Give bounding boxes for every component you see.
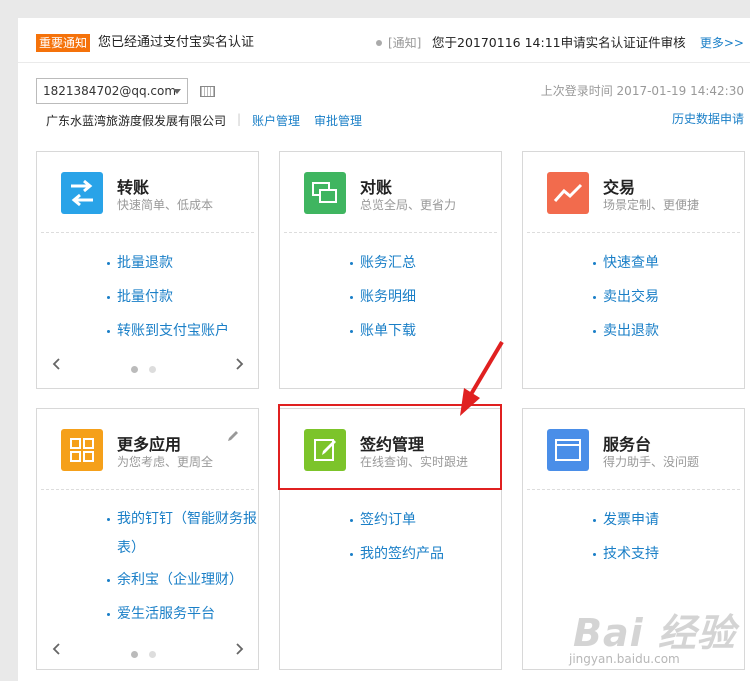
window-icon[interactable] — [547, 429, 589, 471]
grid-icon[interactable] — [61, 429, 103, 471]
tile-links: 账务汇总 账务明细 账单下载 — [350, 246, 500, 348]
tile-links: 批量退款 批量付款 转账到支付宝账户 — [107, 246, 257, 348]
link-account-detail[interactable]: 账务明细 — [350, 280, 500, 314]
separator: | — [237, 112, 242, 126]
account-select-value: 1821384702@qq.com — [43, 84, 177, 98]
notice-tag: 重要通知 — [36, 34, 91, 52]
divider — [18, 62, 750, 63]
pager-dot[interactable] — [149, 366, 156, 373]
chevron-left-icon[interactable] — [51, 643, 63, 655]
link-sell-refund[interactable]: 卖出退款 — [593, 314, 743, 348]
divider — [527, 489, 740, 490]
company-name: 广东水蓝湾旅游度假发展有限公司 — [46, 114, 227, 128]
tile-links: 我的钉钉（智能财务报表） 余利宝（企业理财） 爱生活服务平台 — [107, 505, 257, 631]
last-login-time: 上次登录时间 2017-01-19 14:42:30 — [540, 84, 744, 98]
baidu-jingyan-watermark: Bai 经验 jingyan.baidu.com — [563, 600, 748, 678]
tile-subtitle: 总览全局、更省力 — [360, 198, 457, 212]
history-data-link[interactable]: 历史数据申请 — [672, 110, 744, 127]
tile-links: 签约订单 我的签约产品 — [350, 503, 500, 571]
account-management-link[interactable]: 账户管理 — [252, 112, 300, 129]
link-transfer-alipay[interactable]: 转账到支付宝账户 — [107, 314, 257, 348]
notice-bar: 重要通知 您已经通过支付宝实名认证 [通知] 您于20170116 14:11申… — [18, 30, 750, 56]
tile-subtitle: 快速简单、低成本 — [117, 198, 214, 212]
divider — [527, 232, 740, 233]
link-batch-pay[interactable]: 批量付款 — [107, 280, 257, 314]
watermark-logo: Bai 经验 — [573, 611, 736, 655]
more-link[interactable]: 更多>> — [700, 34, 744, 52]
reconcile-icon[interactable] — [304, 172, 346, 214]
notice-message[interactable]: 您于20170116 14:11申请实名认证证件审核 — [432, 34, 686, 52]
pager-dot[interactable] — [131, 366, 138, 373]
link-contract-orders[interactable]: 签约订单 — [350, 503, 500, 537]
link-batch-refund[interactable]: 批量退款 — [107, 246, 257, 280]
link-sell-trade[interactable]: 卖出交易 — [593, 280, 743, 314]
watermark-url: jingyan.baidu.com — [569, 652, 680, 666]
tile-title[interactable]: 交易 — [603, 174, 635, 198]
pager-dots — [131, 647, 167, 662]
tile-title[interactable]: 对账 — [360, 174, 392, 198]
divider — [41, 489, 254, 490]
tile-transfer: 转账 快速简单、低成本 批量退款 批量付款 转账到支付宝账户 — [36, 151, 259, 389]
divider — [284, 232, 497, 233]
link-life-service[interactable]: 爱生活服务平台 — [107, 597, 257, 631]
notice-text[interactable]: 您已经通过支付宝实名认证 — [98, 34, 254, 52]
tile-trade: 交易 场景定制、更便捷 快速查单 卖出交易 卖出退款 — [522, 151, 745, 389]
link-my-contract-products[interactable]: 我的签约产品 — [350, 537, 500, 571]
trend-icon[interactable] — [547, 172, 589, 214]
chevron-right-icon[interactable] — [233, 358, 245, 370]
link-tech-support[interactable]: 技术支持 — [593, 537, 743, 571]
pager-dots — [131, 362, 167, 377]
account-select[interactable]: 1821384702@qq.com — [36, 78, 188, 104]
page: 重要通知 您已经通过支付宝实名认证 [通知] 您于20170116 14:11申… — [18, 18, 750, 681]
link-dingding[interactable]: 我的钉钉（智能财务报表） — [107, 505, 259, 563]
card-icon[interactable] — [200, 86, 215, 97]
pager-dot[interactable] — [131, 651, 138, 658]
chevron-right-icon[interactable] — [233, 643, 245, 655]
tile-subtitle: 得力助手、没问题 — [603, 455, 700, 469]
pencil-icon[interactable] — [226, 429, 240, 443]
link-quick-lookup[interactable]: 快速查单 — [593, 246, 743, 280]
tile-title[interactable]: 服务台 — [603, 431, 651, 455]
chevron-left-icon[interactable] — [51, 358, 63, 370]
approval-management-link[interactable]: 审批管理 — [314, 112, 362, 129]
tile-links: 发票申请 技术支持 — [593, 503, 743, 571]
tile-more-apps: 更多应用 为您考虑、更周全 我的钉钉（智能财务报表） 余利宝（企业理财） 爱生活… — [36, 408, 259, 670]
notice-category: [通知] — [388, 36, 422, 50]
pager-dot[interactable] — [149, 651, 156, 658]
tile-title[interactable]: 更多应用 — [117, 431, 181, 455]
link-yulibao[interactable]: 余利宝（企业理财） — [107, 563, 257, 597]
link-invoice-request[interactable]: 发票申请 — [593, 503, 743, 537]
tile-links: 快速查单 卖出交易 卖出退款 — [593, 246, 743, 348]
pointer-arrow-icon — [460, 340, 504, 416]
tile-subtitle: 场景定制、更便捷 — [603, 198, 700, 212]
tile-subtitle: 为您考虑、更周全 — [117, 455, 214, 469]
bullet-icon — [376, 40, 382, 46]
chevron-down-icon — [173, 89, 181, 94]
transfer-icon[interactable] — [61, 172, 103, 214]
divider — [41, 232, 254, 233]
link-account-summary[interactable]: 账务汇总 — [350, 246, 500, 280]
tile-title[interactable]: 转账 — [117, 174, 149, 198]
